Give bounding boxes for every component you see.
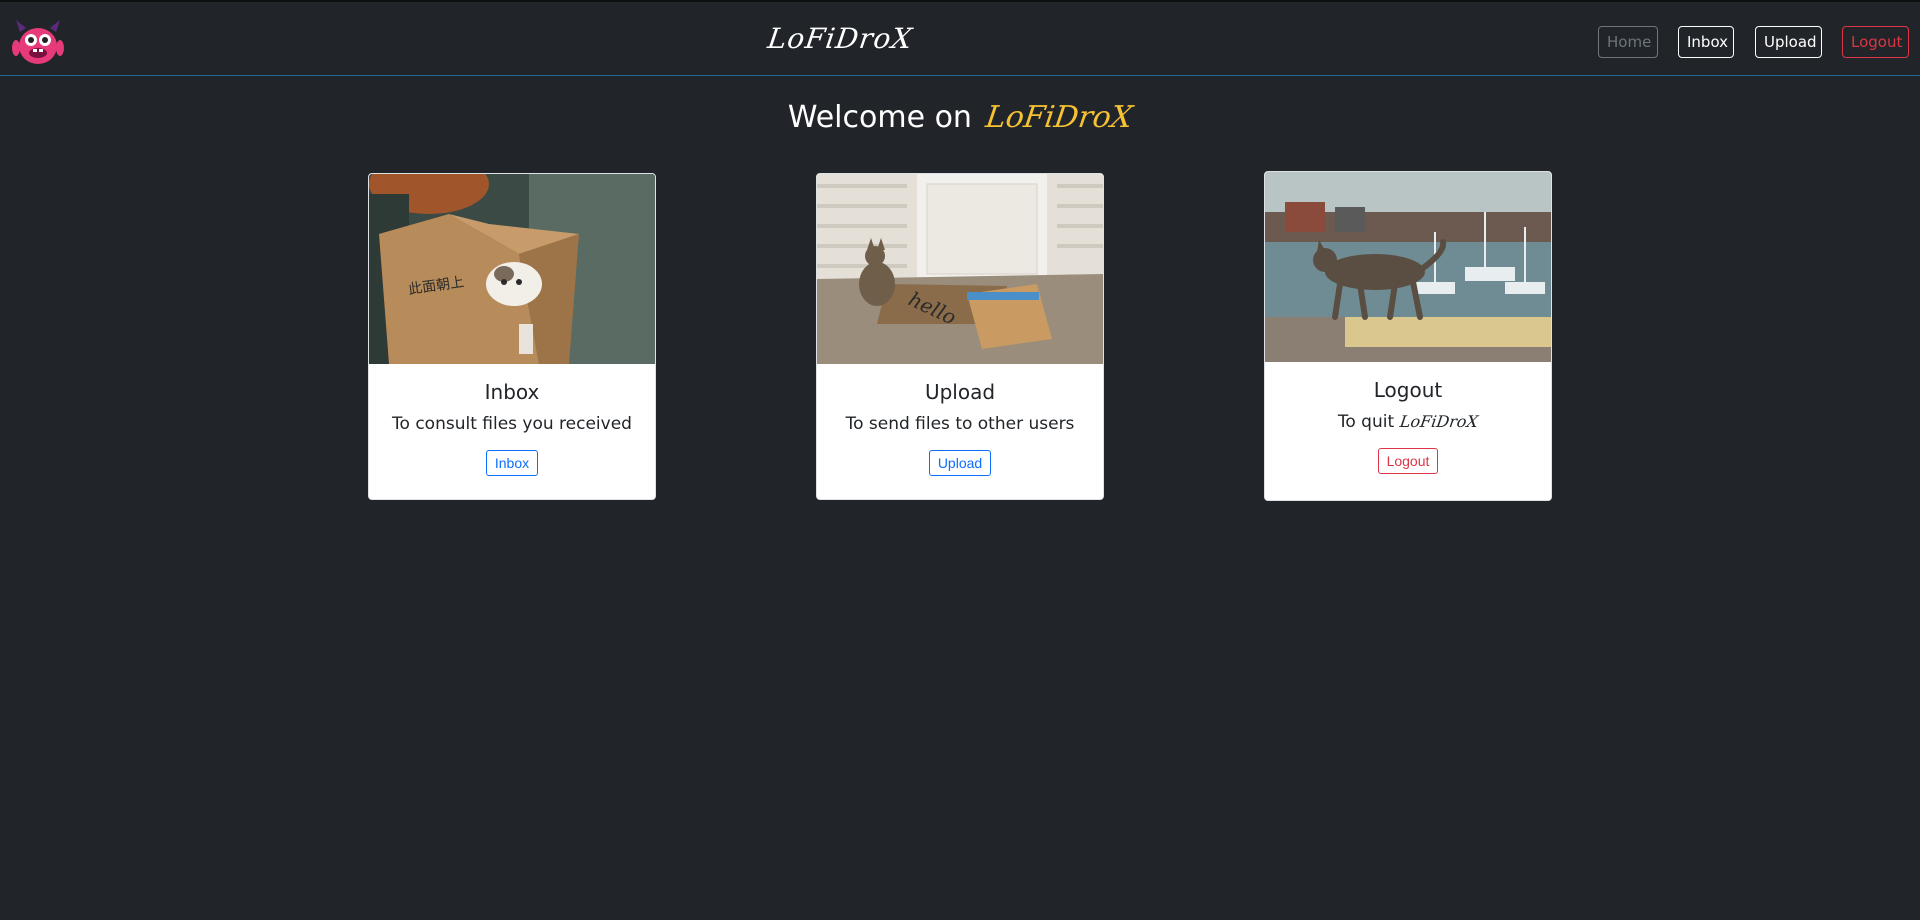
logout-card-brand: LoFiDroX — [1398, 412, 1480, 431]
monster-logo-icon[interactable] — [12, 18, 64, 66]
nav-logout-button[interactable]: Logout — [1842, 26, 1909, 58]
upload-card-button[interactable]: Upload — [928, 450, 992, 476]
nav-inbox-button[interactable]: Inbox — [1678, 26, 1734, 58]
logout-card-title: Logout — [1373, 378, 1443, 402]
welcome-brand: LoFiDroX — [983, 100, 1135, 135]
navbar: LoFiDroX Home Inbox Upload Logout — [0, 0, 1920, 76]
cat-with-package-image: hello — [817, 174, 1103, 364]
logout-card-text: To quit LoFiDroX — [1265, 412, 1551, 432]
inbox-card-title: Inbox — [484, 380, 540, 404]
upload-card: hello Upload To send files to other user… — [816, 173, 1104, 500]
logout-card-text-label: To quit — [1337, 412, 1395, 432]
nav-home-button[interactable]: Home — [1598, 26, 1658, 58]
cat-walking-harbor-image — [1265, 172, 1551, 362]
cat-in-box-image: 此面朝上 — [369, 174, 655, 364]
logout-card-button[interactable]: Logout — [1377, 448, 1439, 474]
upload-card-title: Upload — [924, 380, 996, 404]
inbox-card-button[interactable]: Inbox — [485, 450, 539, 476]
welcome-heading: Welcome on LoFiDroX — [0, 100, 1920, 135]
upload-card-text: To send files to other users — [845, 414, 1075, 434]
nav-upload-button[interactable]: Upload — [1755, 26, 1822, 58]
welcome-text: Welcome on — [787, 100, 972, 135]
inbox-card-text: To consult files you received — [392, 414, 632, 434]
inbox-card: 此面朝上 Inbox To consult files you received… — [368, 173, 656, 500]
brand-title[interactable]: LoFiDroX — [766, 22, 915, 55]
logout-card: Logout To quit LoFiDroX Logout — [1264, 171, 1552, 501]
